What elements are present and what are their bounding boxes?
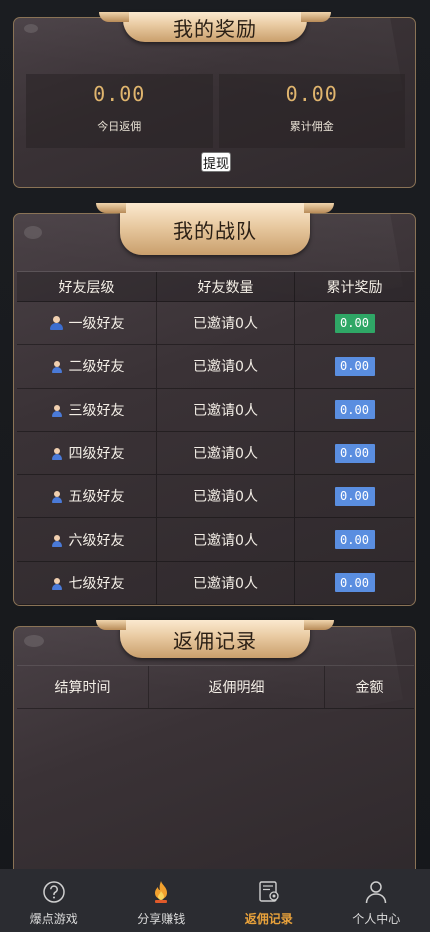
team-row-reward-cell: 0.00	[295, 389, 414, 431]
user-icon	[363, 879, 389, 905]
team-row-level-label: 六级好友	[68, 532, 125, 549]
team-card: 好友层级 好友数量 累计奖励 一级好友 已邀请0人 0.00 二级好友 已邀请0人 0.0…	[13, 213, 416, 606]
friend-user-icon	[49, 576, 63, 590]
records-title: 返佣记录	[96, 620, 334, 658]
fire-icon	[148, 879, 174, 905]
team-row-count: 已邀请0人	[157, 302, 295, 345]
friend-user-icon	[49, 446, 63, 461]
header-amount: 金额	[355, 680, 384, 696]
tab-records[interactable]: 返佣记录	[215, 869, 323, 932]
team-row: 六级好友 已邀请0人 0.00	[17, 518, 414, 562]
team-row-level-label: 二级好友	[68, 359, 125, 376]
team-row-level-label: 七级好友	[68, 575, 125, 592]
header-reward: 累计奖励	[326, 279, 383, 296]
team-row-level: 二级好友	[17, 345, 157, 388]
question-circle-icon	[41, 879, 67, 905]
team-row-count: 已邀请0人	[157, 388, 295, 431]
team-table-header: 好友层级 好友数量 累计奖励	[17, 272, 414, 302]
team-row-reward-cell: 0.00	[295, 302, 414, 344]
team-row-count: 已邀请0人	[157, 345, 295, 388]
team-row-reward-badge: 0.00	[334, 530, 375, 550]
team-row-count: 已邀请0人	[157, 561, 295, 605]
tab-records-label: 返佣记录	[244, 912, 293, 926]
today-commission-label: 今日返佣	[97, 120, 142, 133]
team-row: 二级好友 已邀请0人 0.00	[17, 345, 414, 389]
team-row-count: 已邀请0人	[157, 518, 295, 561]
team-title: 我的战队	[96, 203, 334, 255]
decor-bubble	[24, 226, 42, 239]
team-row-reward-badge: 0.00	[334, 573, 375, 593]
bottom-tab-bar: 爆点游戏 分享赚钱 返佣记录 个人中心	[0, 869, 430, 932]
team-row-reward-cell: 0.00	[295, 345, 414, 387]
team-row-reward-cell: 0.00	[295, 475, 414, 517]
team-row-level-label: 五级好友	[68, 489, 125, 506]
withdraw-button[interactable]: 提现	[201, 152, 231, 172]
tab-games-label: 爆点游戏	[29, 912, 78, 926]
team-row-reward-badge: 0.00	[334, 313, 375, 333]
team-row-count: 已邀请0人	[157, 431, 295, 475]
page: 0.00 今日返佣 0.00 累计佣金 提现 我的奖励 好友层级 好友数量 累计…	[0, 0, 430, 932]
friend-user-icon	[49, 316, 63, 331]
team-row-reward-cell: 0.00	[295, 432, 414, 474]
team-row-level: 五级好友	[17, 475, 157, 518]
header-level: 好友层级	[17, 272, 157, 301]
team-row-reward-badge: 0.00	[334, 356, 375, 376]
decor-bubble	[24, 635, 44, 647]
tab-profile-label: 个人中心	[352, 912, 401, 926]
team-row-level: 六级好友	[17, 518, 157, 561]
tab-profile[interactable]: 个人中心	[323, 869, 430, 932]
team-row-level-label: 三级好友	[68, 402, 125, 419]
total-commission-cell: 0.00 累计佣金	[218, 74, 405, 148]
team-row: 七级好友 已邀请0人 0.00	[17, 561, 414, 605]
team-row-level-label: 四级好友	[68, 446, 125, 463]
header-count: 好友数量	[157, 272, 295, 301]
records-table-header: 结算时间 返佣明细 金额	[17, 665, 414, 709]
team-row-reward-cell: 0.00	[295, 518, 414, 560]
tab-share[interactable]: 分享赚钱	[108, 869, 216, 932]
total-commission-value: 0.00	[285, 82, 338, 106]
team-row-level: 一级好友	[17, 302, 157, 345]
header-commission-detail: 返佣明细	[149, 666, 325, 708]
team-row: 五级好友 已邀请0人 0.00	[17, 475, 414, 519]
certificate-document-icon	[256, 879, 282, 905]
team-table: 好友层级 好友数量 累计奖励 一级好友 已邀请0人 0.00 二级好友 已邀请0人 0.0…	[17, 271, 414, 605]
team-row: 三级好友 已邀请0人 0.00	[17, 388, 414, 432]
team-row-reward-badge: 0.00	[334, 400, 375, 420]
total-commission-label: 累计佣金	[289, 120, 334, 133]
reward-summary: 0.00 今日返佣 0.00 累计佣金	[26, 74, 405, 148]
friend-user-icon	[49, 403, 63, 417]
rewards-title: 我的奖励	[99, 12, 331, 42]
decor-bubble	[24, 24, 38, 33]
friend-user-icon	[49, 533, 63, 547]
today-commission-value: 0.00	[93, 82, 146, 106]
team-row-level: 七级好友	[17, 561, 157, 605]
team-row-level-label: 一级好友	[68, 316, 125, 333]
team-row-count: 已邀请0人	[157, 475, 295, 518]
header-settle-time: 结算时间	[17, 666, 149, 708]
tab-share-label: 分享赚钱	[137, 912, 186, 926]
today-commission-cell: 0.00 今日返佣	[26, 74, 213, 148]
team-row: 四级好友 已邀请0人 0.00	[17, 431, 414, 476]
team-row: 一级好友 已邀请0人 0.00	[17, 302, 414, 346]
friend-user-icon	[49, 359, 63, 374]
tab-games[interactable]: 爆点游戏	[0, 869, 108, 932]
team-row-level: 四级好友	[17, 431, 157, 475]
team-row-reward-badge: 0.00	[334, 443, 375, 463]
records-card: 结算时间 返佣明细 金额	[13, 626, 416, 886]
team-row-reward-badge: 0.00	[334, 486, 375, 506]
friend-user-icon	[49, 489, 63, 504]
team-row-reward-cell: 0.00	[295, 562, 414, 604]
rewards-card: 0.00 今日返佣 0.00 累计佣金 提现	[13, 17, 416, 188]
team-row-level: 三级好友	[17, 388, 157, 431]
